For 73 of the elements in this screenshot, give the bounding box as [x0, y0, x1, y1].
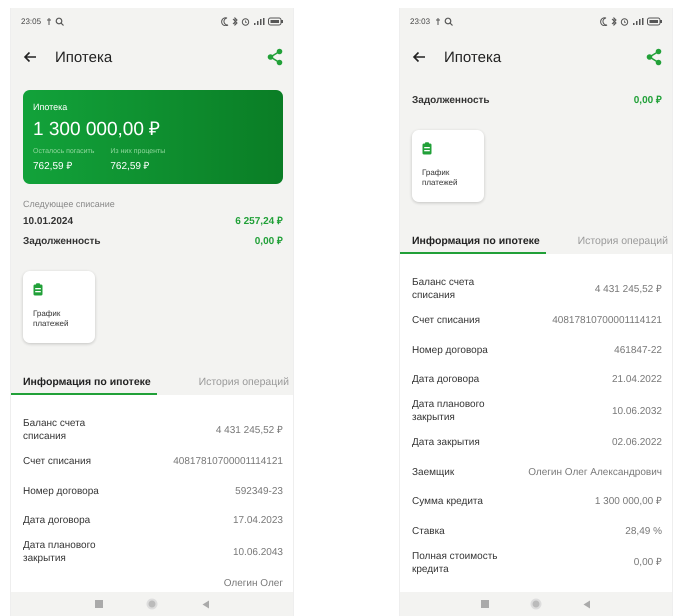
debt-label: Задолженность [412, 94, 490, 108]
debt-amount: 0,00 ₽ [634, 94, 662, 108]
info-label: Счет списания [23, 455, 91, 468]
info-value: 0,00 ₽ [634, 556, 662, 569]
info-value: 4 431 245,52 ₽ [216, 424, 283, 436]
signal-icon [632, 16, 644, 26]
bluetooth-icon [611, 16, 617, 26]
info-value: 17.04.2023 [232, 514, 283, 527]
card-value: 762,59 ₽ [33, 160, 74, 172]
square-icon[interactable] [94, 600, 102, 608]
info-label: Номер договора [412, 344, 488, 356]
share-icon[interactable] [646, 48, 662, 66]
next-payment-amount: 6 257,24 ₽ [235, 215, 283, 229]
bluetooth-icon [232, 16, 238, 26]
info-label: Счет списания [412, 314, 480, 327]
info-value: Олегин Олег Александрович [528, 466, 662, 478]
card-value: 762,59 ₽ [110, 160, 151, 172]
back-triangle-icon[interactable] [202, 600, 210, 608]
info-value: 28,49 % [625, 524, 662, 538]
payment-schedule-tile[interactable]: График платежей [412, 130, 484, 202]
payment-schedule-tile[interactable]: График платежей [23, 271, 95, 343]
screen-title: Ипотека [55, 48, 114, 66]
info-label: Баланс счета списания [412, 276, 476, 302]
next-payment-label: Следующее списание [23, 199, 116, 209]
info-value: 461847-22 [614, 344, 662, 356]
card-amount: 1 300 000,00 ₽ [33, 118, 162, 141]
next-payment-date: 10.01.2024 [23, 215, 74, 229]
info-value: 40817810700001114121 [173, 455, 283, 468]
alarm-icon [620, 16, 629, 26]
info-label: Номер договора [23, 484, 99, 498]
info-label: Дата договора [23, 514, 90, 527]
battery-icon [268, 16, 283, 26]
back-arrow-icon[interactable] [23, 51, 37, 63]
circle-icon[interactable] [530, 598, 542, 610]
clipboard-icon [422, 142, 432, 155]
info-label: Дата закрытия [412, 436, 480, 449]
share-icon[interactable] [267, 48, 283, 66]
info-label: Дата планового закрытия [23, 539, 97, 565]
info-label: Ставка [412, 524, 445, 538]
info-value: 4 431 245,52 ₽ [594, 282, 662, 296]
clipboard-icon [33, 283, 43, 296]
info-label: Дата договора [412, 373, 480, 386]
info-value: 592349-23 [235, 484, 283, 498]
info-label: Сумма кредита [412, 495, 483, 508]
info-value: 21.04.2022 [612, 373, 662, 386]
info-label: Дата планового закрытия [412, 398, 486, 424]
info-label: Заемщик [412, 466, 454, 478]
info-label: Баланс счета списания [23, 417, 86, 443]
card-title: Ипотека [33, 102, 68, 112]
signal-icon [253, 16, 265, 26]
info-value: 1 300 000,00 ₽ [594, 495, 662, 508]
debt-amount: 0,00 ₽ [254, 235, 283, 249]
info-value: 40817810700001114121 [552, 314, 662, 327]
info-label: Полная стоимость кредита [412, 550, 498, 576]
info-value: 02.06.2022 [612, 436, 662, 449]
search-icon [55, 16, 64, 26]
moon-icon [221, 16, 229, 26]
back-arrow-icon[interactable] [412, 51, 426, 63]
tile-label: График платежей [422, 168, 458, 188]
moon-icon [600, 16, 608, 26]
search-icon [444, 16, 454, 26]
info-value: Олегин Олег [224, 577, 283, 590]
tile-label: График платежей [33, 309, 70, 329]
alarm-icon [241, 16, 250, 26]
battery-icon [647, 16, 662, 26]
circle-icon[interactable] [146, 598, 158, 610]
status-time: 23:03 [410, 16, 430, 26]
debt-label: Задолженность [23, 235, 101, 249]
screen-title: Ипотека [444, 48, 502, 66]
status-time: 23:05 [21, 16, 42, 26]
info-value: 10.06.2032 [612, 404, 662, 418]
info-value: 10.06.2043 [232, 546, 283, 558]
back-triangle-icon[interactable] [583, 600, 591, 608]
